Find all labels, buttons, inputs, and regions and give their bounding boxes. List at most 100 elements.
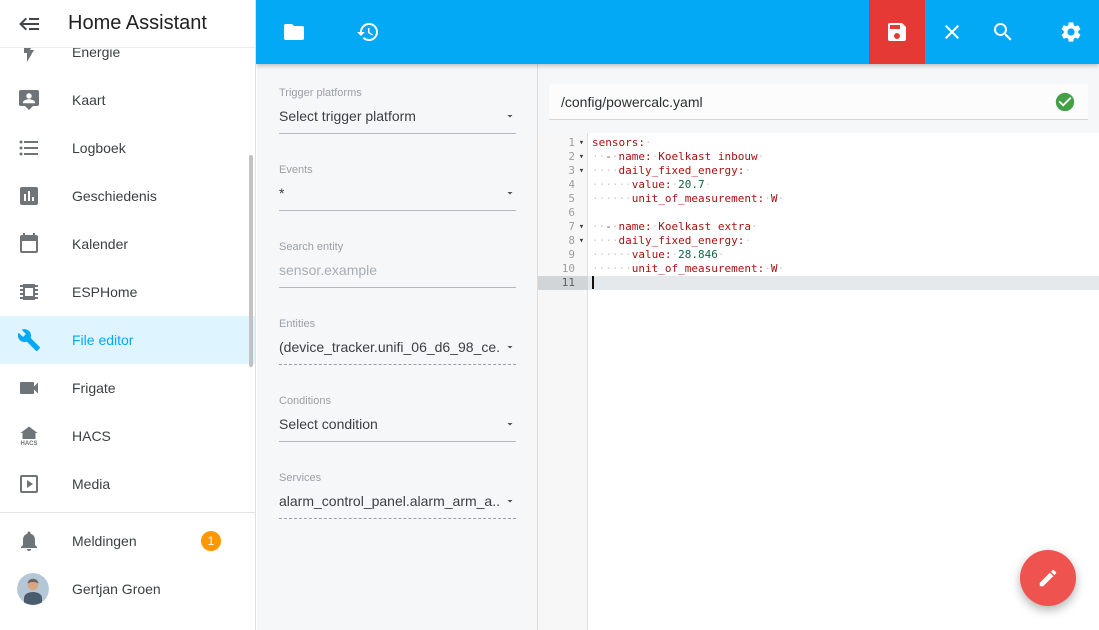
field-services-input[interactable]: alarm_control_panel.alarm_arm_a... (279, 493, 516, 519)
code-line-text: ····daily_fixed_energy:· (592, 234, 751, 247)
dropdown-caret-icon (504, 187, 516, 199)
sidebar-item-media[interactable]: Media (0, 460, 255, 508)
close-button[interactable] (928, 8, 976, 56)
chip-icon (17, 280, 41, 304)
settings-button[interactable] (1047, 8, 1095, 56)
code-line-6[interactable]: 6 (538, 206, 1099, 220)
gutter-cell: 6 (538, 206, 588, 220)
sidebar-scrollbar[interactable] (249, 155, 253, 367)
gutter-cell: 7 ▾ (538, 220, 588, 234)
gutter-cell: 8 ▾ (538, 234, 588, 248)
toolbar-left (256, 0, 392, 64)
editor-toolbar (256, 0, 1099, 64)
code-line-5[interactable]: 5 ······unit_of_measurement:·W· (538, 192, 1099, 206)
sidebar-item-frigate[interactable]: Frigate (0, 364, 255, 412)
code-line-text: ······value:·28.846· (592, 248, 725, 261)
search-icon (991, 20, 1015, 44)
gutter-cell: 10 (538, 262, 588, 276)
field-label: Services (279, 472, 322, 484)
code-line-text: ······value:·20.7· (592, 178, 712, 191)
sidebar-toggle-button[interactable] (18, 11, 44, 37)
fold-arrow-icon (575, 206, 588, 220)
play-box-icon (17, 472, 41, 496)
code-line-text: ······unit_of_measurement:·W· (592, 192, 785, 205)
code-line-8[interactable]: 8 ▾ ····daily_fixed_energy:· (538, 234, 1099, 248)
sidebar-item-esphome[interactable]: ESPHome (0, 268, 255, 316)
code-line-9[interactable]: 9 ······value:·28.846· (538, 248, 1099, 262)
code-lines: 1 ▾ sensors:· 2 ▾ ··-·name:·Koelkast inbouw· 3… (538, 136, 1099, 290)
folder-icon (282, 20, 306, 44)
sidebar-item-label: Logboek (72, 140, 126, 156)
sidebar-item-kalender[interactable]: Kalender (0, 220, 255, 268)
sidebar-item-label: HACS (72, 428, 111, 444)
sidebar-item-geschiedenis[interactable]: Geschiedenis (0, 172, 255, 220)
user-avatar (17, 573, 49, 605)
gutter-cell: 1 ▾ (538, 136, 588, 150)
calendar-icon (17, 232, 41, 256)
code-line-10[interactable]: 10 ······unit_of_measurement:·W· (538, 262, 1099, 276)
code-line-7[interactable]: 7 ▾ ··-·name:·Koelkast extra· (538, 220, 1099, 234)
fold-arrow-icon[interactable]: ▾ (575, 220, 588, 234)
code-line-3[interactable]: 3 ▾ ····daily_fixed_energy:· (538, 164, 1099, 178)
line-number: 9 (568, 248, 575, 261)
field-label: Events (279, 164, 313, 176)
code-line-text: ··-·name:·Koelkast extra· (592, 220, 758, 233)
line-number: 7 (568, 220, 575, 233)
code-line-text: sensors:· (592, 136, 652, 149)
field-search-entity-input[interactable]: sensor.example (279, 262, 516, 288)
gutter-cell: 2 ▾ (538, 150, 588, 164)
fold-arrow-icon[interactable]: ▾ (575, 164, 588, 178)
fold-arrow-icon[interactable]: ▾ (575, 234, 588, 248)
search-button[interactable] (979, 8, 1027, 56)
line-number: 10 (561, 262, 575, 275)
sidebar-header: Home Assistant (0, 0, 255, 48)
open-file-button[interactable] (270, 8, 318, 56)
sidebar-item-logboek[interactable]: Logboek (0, 124, 255, 172)
code-line-1[interactable]: 1 ▾ sensors:· (538, 136, 1099, 150)
code-line-2[interactable]: 2 ▾ ··-·name:·Koelkast inbouw· (538, 150, 1099, 164)
field-entities-input[interactable]: (device_tracker.unifi_06_d6_98_ce... (279, 339, 516, 365)
fold-arrow-icon[interactable]: ▾ (575, 150, 588, 164)
edit-fab-button[interactable] (1020, 550, 1076, 606)
sidebar-item-file-editor[interactable]: File editor (0, 316, 255, 364)
sidebar-item-label: Kalender (72, 236, 129, 252)
field-value: alarm_control_panel.alarm_arm_a... (279, 493, 500, 509)
field-trigger-platforms: Trigger platforms Select trigger platform (279, 87, 516, 134)
hacs-icon: HACS (17, 424, 41, 448)
file-editor-content: Trigger platforms Select trigger platform… (257, 64, 1099, 630)
gutter-cell: 11 (538, 276, 588, 290)
sidebar-item-kaart[interactable]: Kaart (0, 76, 255, 124)
history-button[interactable] (344, 8, 392, 56)
app-title: Home Assistant (68, 12, 207, 34)
code-line-text: ····daily_fixed_energy:· (592, 164, 751, 177)
dropdown-caret-icon (504, 495, 516, 507)
fold-arrow-icon (575, 192, 588, 206)
code-line-11[interactable]: 11 (538, 276, 1099, 290)
field-value: Select condition (279, 416, 378, 432)
field-events-input[interactable]: * (279, 185, 516, 211)
field-events: Events * (279, 164, 516, 211)
sidebar-item-hacs[interactable]: HACS HACS (0, 412, 255, 460)
file-path-bar[interactable]: /config/powercalc.yaml (549, 84, 1088, 120)
field-value: Select trigger platform (279, 108, 416, 124)
code-line-4[interactable]: 4 ······value:·20.7· (538, 178, 1099, 192)
sidebar-item-label: Kaart (72, 92, 106, 108)
save-button[interactable] (869, 0, 925, 64)
sidebar-item-label: ESPHome (72, 284, 138, 300)
sidebar-nav-list: Energie Kaart Logboek Geschiedenis Kalender E… (0, 28, 255, 613)
menu-icon (18, 12, 42, 36)
line-number: 1 (568, 136, 575, 149)
field-conditions-input[interactable]: Select condition (279, 416, 516, 442)
sidebar-item-notifications[interactable]: Meldingen 1 (0, 517, 255, 565)
gutter-cell: 4 (538, 178, 588, 192)
fold-arrow-icon[interactable]: ▾ (575, 136, 588, 150)
field-search-entity: Search entity sensor.example (279, 241, 516, 288)
field-trigger-platforms-input[interactable]: Select trigger platform (279, 108, 516, 134)
sidebar: Home Assistant Energie Kaart Logboek Geschi… (0, 0, 256, 630)
settings-icon (1059, 20, 1083, 44)
fold-arrow-icon (575, 248, 588, 262)
svg-text:HACS: HACS (20, 441, 37, 447)
code-editor[interactable]: 1 ▾ sensors:· 2 ▾ ··-·name:·Koelkast inbouw· 3… (538, 133, 1099, 630)
sidebar-user-profile[interactable]: Gertjan Groen (0, 565, 255, 613)
sidebar-item-label: Geschiedenis (72, 188, 157, 204)
